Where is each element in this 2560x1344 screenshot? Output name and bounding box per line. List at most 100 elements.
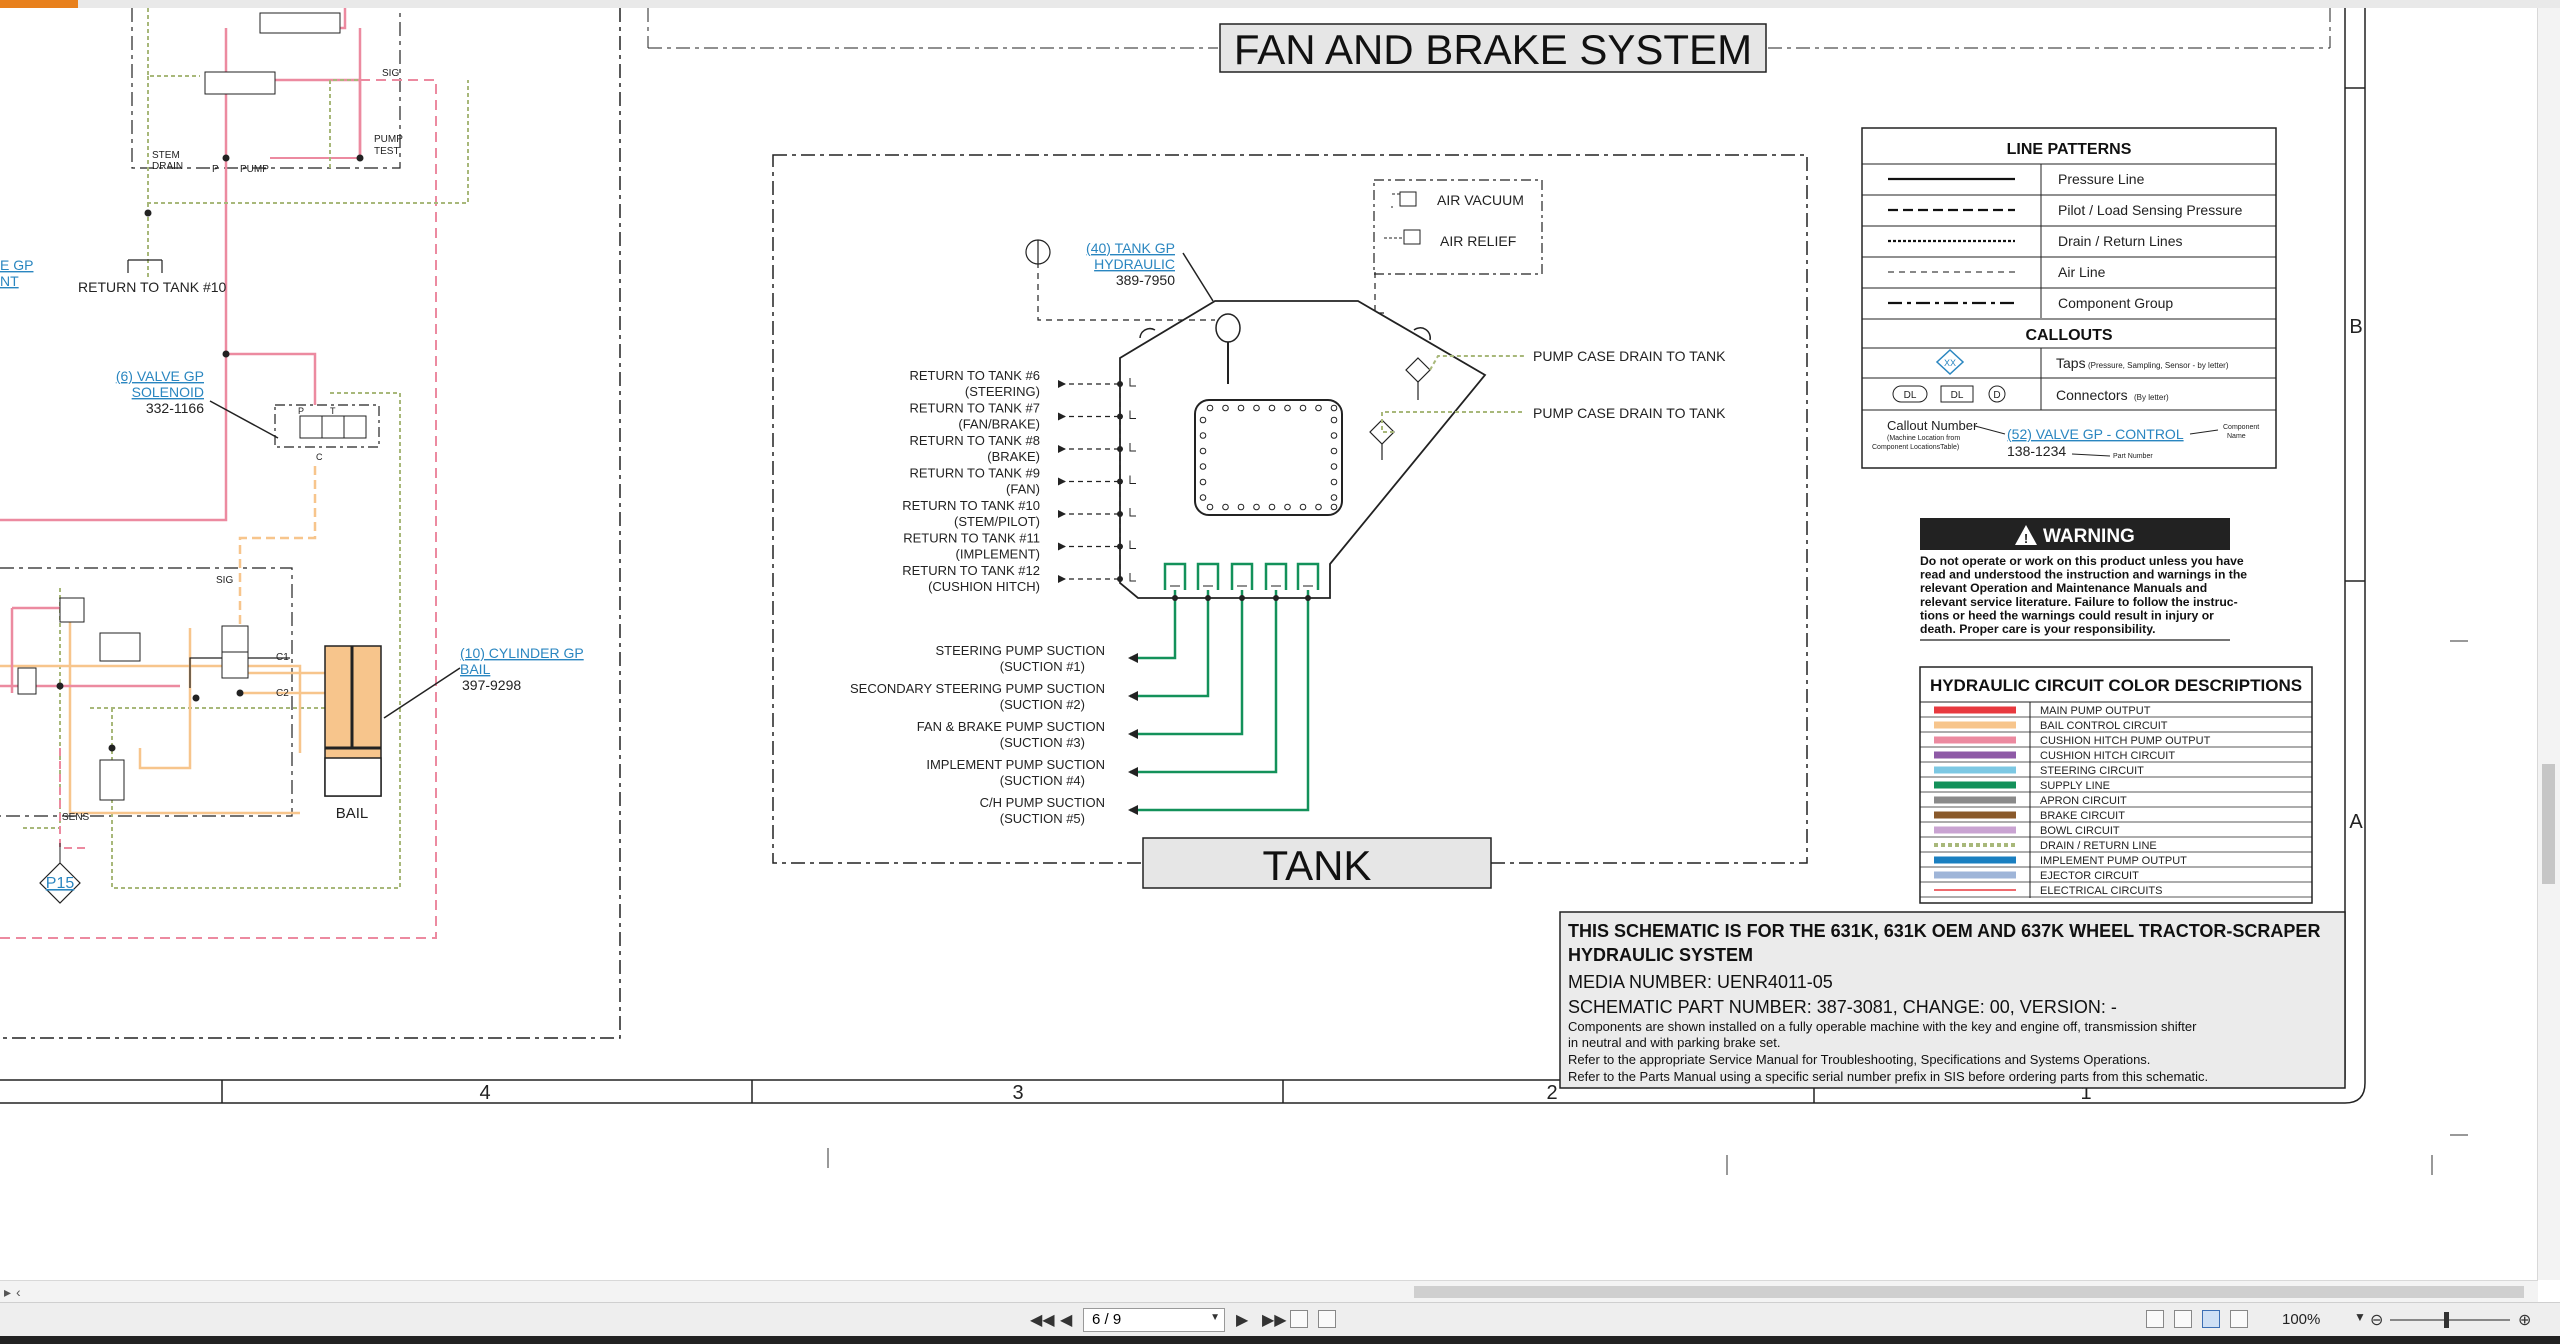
single-page-view-icon[interactable] [2146,1310,2164,1328]
row-label-a: A [2349,811,2363,833]
arrow-icon [1128,767,1138,777]
zoom-out-icon[interactable]: ⊖ [2370,1310,2383,1330]
color-label: CUSHION HITCH CIRCUIT [2040,750,2175,762]
port-hole [1330,447,1338,455]
svg-text:P15: P15 [46,875,75,892]
svg-text:CALLOUTS: CALLOUTS [2025,327,2112,344]
svg-text:(52) VALVE GP - CONTROL: (52) VALVE GP - CONTROL [2007,426,2184,442]
svg-text:Name: Name [2227,433,2246,440]
fit-view-icon[interactable] [1318,1310,1336,1328]
svg-text:Taps: Taps [2056,355,2086,371]
port-hole [1268,404,1276,412]
zoom-slider[interactable] [2390,1312,2510,1328]
zoom-in-icon[interactable]: ⊕ [2518,1310,2531,1330]
svg-text:(Machine Location from: (Machine Location from [1887,435,1960,442]
arrow-icon [1058,445,1066,453]
return-label-8: RETURN TO TANK #8 [909,433,1040,448]
zone-label-4: 4 [479,1082,490,1104]
return-sublabel-10: (STEM/PILOT) [954,514,1040,529]
svg-text:SIG: SIG [382,68,399,79]
tank-title: TANK [1263,842,1372,889]
svg-text:HYDRAULIC CIRCUIT COLOR DESCRI: HYDRAULIC CIRCUIT COLOR DESCRIPTIONS [1930,676,2302,695]
previous-page-icon[interactable]: ◀ [1060,1310,1072,1330]
svg-text:PUMP: PUMP [240,164,269,175]
junction-dot [1205,595,1211,601]
scroll-left-arrow-icon[interactable]: ‹ [16,1284,21,1300]
svg-text:DL: DL [1951,390,1964,401]
color-label: BAIL CONTROL CIRCUIT [2040,720,2168,732]
return-label-12: RETURN TO TANK #12 [902,563,1040,578]
rotate-view-icon[interactable] [1290,1310,1308,1328]
zoom-level[interactable]: 100% [2282,1311,2320,1328]
svg-text:BAIL: BAIL [336,805,369,822]
page-number-input[interactable] [1084,1309,1200,1329]
svg-text:C2: C2 [276,688,289,699]
port-hole [1330,463,1338,470]
arrow-icon [1058,575,1066,583]
port-hole [1284,404,1291,412]
zone-label-2: 2 [1546,1082,1557,1104]
file-tab[interactable] [0,0,78,8]
svg-text:Refer to the appropriate Servi: Refer to the appropriate Service Manual … [1568,1052,2150,1067]
cover-view-icon[interactable] [2230,1310,2248,1328]
left-callouts[interactable]: E GP NT (6) VALVE GP SOLENOID 332-1166 (… [0,257,584,693]
horizontal-scrollbar[interactable]: ▸ ‹ [0,1280,2538,1303]
svg-text:RETURN TO TANK #10: RETURN TO TANK #10 [78,279,227,295]
facing-view-icon[interactable] [2202,1310,2220,1328]
svg-text:PUMP: PUMP [374,134,403,145]
color-label: EJECTOR CIRCUIT [2040,870,2139,882]
port-hole [1315,503,1322,511]
bottom-edge [0,1336,2560,1344]
document-viewport[interactable]: 4 3 2 1 B A FAN AND BRAKE SYSTEM STEM DR… [0,8,2538,1280]
next-page-icon[interactable]: ▶ [1236,1310,1248,1330]
svg-text:!: ! [2024,531,2028,546]
svg-text:138-1234: 138-1234 [2007,443,2066,459]
svg-text:BAIL: BAIL [460,661,491,677]
port-hole [1206,404,1214,412]
svg-text:SENS: SENS [62,812,90,823]
port-hole [1253,404,1260,412]
junction-dot [1273,595,1279,601]
chevron-down-icon[interactable]: ▼ [1210,1312,1220,1323]
horizontal-scroll-thumb[interactable] [1414,1286,2524,1298]
arrow-icon [1058,510,1066,518]
left-circuit [0,8,621,1039]
return-label-9: RETURN TO TANK #9 [909,466,1040,481]
svg-text:STEM: STEM [152,150,180,161]
tank-callout[interactable]: (40) TANK GP HYDRAULIC 389-7950 [1086,240,1175,288]
continuous-view-icon[interactable] [2174,1310,2192,1328]
svg-text:HYDRAULIC SYSTEM: HYDRAULIC SYSTEM [1568,945,1753,965]
arrow-icon [1058,412,1066,421]
first-page-icon[interactable]: ◀◀ [1030,1310,1055,1330]
color-label: SUPPLY LINE [2040,780,2110,792]
return-sublabel-9: (FAN) [1006,482,1040,497]
page-number-select[interactable]: ▼ [1083,1308,1225,1332]
svg-text:LINE PATTERNS: LINE PATTERNS [2007,141,2132,158]
color-descriptions-legend: HYDRAULIC CIRCUIT COLOR DESCRIPTIONS MAI… [1919,666,2313,904]
return-label-11: RETURN TO TANK #11 [903,531,1040,546]
zoom-dropdown-icon[interactable]: ▼ [2354,1310,2366,1324]
color-label: BOWL CIRCUIT [2040,825,2120,837]
svg-text:NT: NT [0,273,19,289]
pump-case-drain-1: PUMP CASE DRAIN TO TANK [1533,348,1726,364]
suction-sublabel-2: (SUCTION #2) [1000,697,1085,712]
svg-text:P: P [298,406,304,416]
top-toolbar-strip [0,0,2560,8]
arrow-icon [1128,691,1138,701]
scroll-left-icon[interactable]: ▸ [4,1284,11,1301]
suction-sublabel-5: (SUCTION #5) [1000,811,1085,826]
warning-line: relevant Operation and Maintenance Manua… [1920,581,2207,595]
svg-text:TEST: TEST [374,146,400,157]
vertical-scrollbar[interactable] [2537,8,2560,1280]
port-hole [1330,478,1338,486]
viewer-status-bar: ◀◀ ◀ ▼ ▶ ▶▶ 100% ▼ ⊖ ⊕ [0,1302,2560,1337]
return-label-10: RETURN TO TANK #10 [902,498,1040,513]
last-page-icon[interactable]: ▶▶ [1262,1310,1287,1330]
zoom-slider-knob[interactable] [2444,1312,2449,1328]
vertical-scroll-thumb[interactable] [2542,764,2555,884]
svg-text:Part Number: Part Number [2113,453,2153,460]
port-hole [1199,478,1207,486]
port-hole [1253,503,1260,511]
svg-text:HYDRAULIC: HYDRAULIC [1094,256,1175,272]
color-label: ELECTRICAL CIRCUITS [2040,885,2162,897]
